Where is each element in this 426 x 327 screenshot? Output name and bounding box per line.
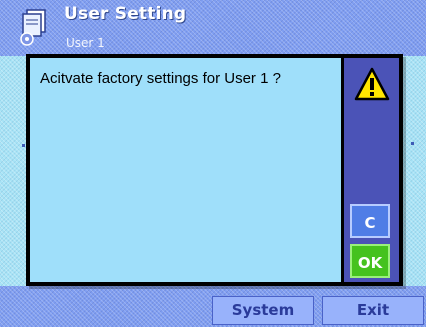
confirm-dialog: Acitvate factory settings for User 1 ? C…	[26, 54, 403, 286]
exit-button[interactable]: Exit	[322, 296, 424, 325]
ok-button[interactable]: OK	[350, 244, 390, 278]
cancel-button[interactable]: C	[350, 204, 390, 238]
page-subtitle: User 1	[66, 36, 105, 50]
warning-icon	[354, 66, 390, 102]
screen: User Setting User 1 System Exit Acitvate…	[0, 0, 426, 327]
dialog-action-panel: C OK	[344, 58, 399, 282]
page-title: User Setting	[64, 4, 187, 24]
edge-marker	[411, 142, 414, 145]
edge-marker	[22, 144, 25, 147]
user-settings-icon	[18, 8, 50, 48]
system-button[interactable]: System	[212, 296, 314, 325]
dialog-message: Acitvate factory settings for User 1 ?	[40, 70, 281, 87]
dialog-content: Acitvate factory settings for User 1 ?	[30, 58, 341, 282]
header-bar: User Setting User 1	[0, 0, 426, 56]
